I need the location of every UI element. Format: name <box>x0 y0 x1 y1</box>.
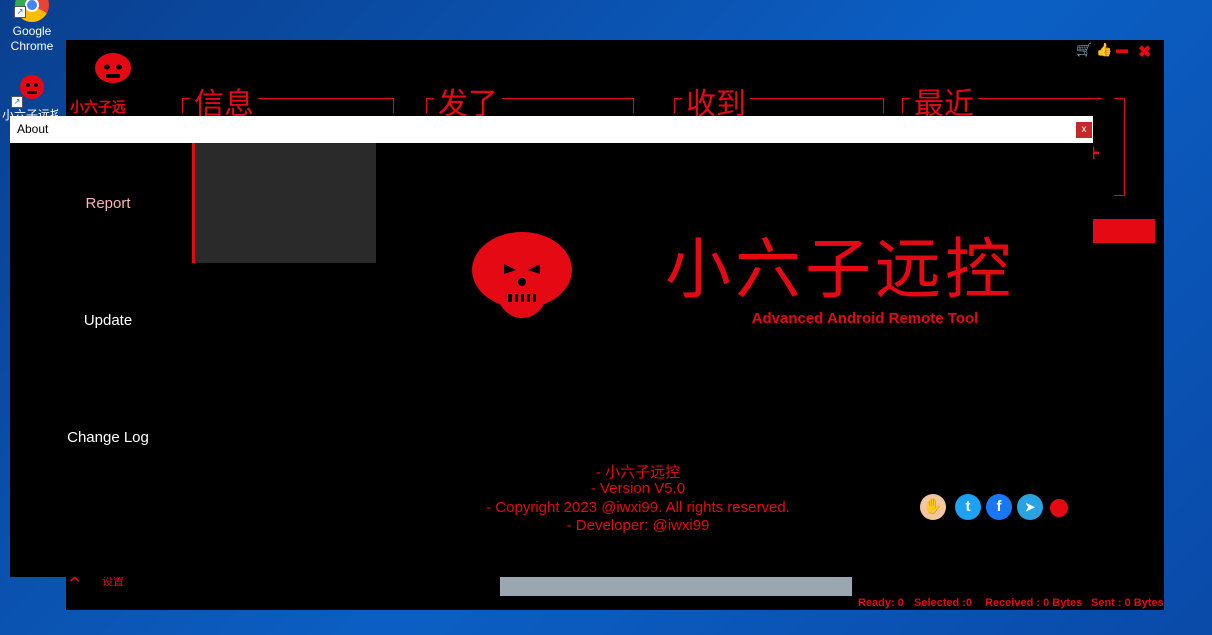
desktop-icon-chrome[interactable]: Google Chrome ↗ <box>2 0 62 54</box>
minimize-button[interactable]: ▬ <box>1116 42 1128 56</box>
status-received: Received : 0 Bytes <box>985 597 1083 609</box>
subtitle: Advanced Android Remote Tool <box>751 310 979 327</box>
info-line-name: - 小六子远控 <box>595 464 681 481</box>
clown-logo-icon <box>95 53 131 83</box>
twitter-icon[interactable]: t <box>955 494 981 520</box>
status-ready: Ready: 0 <box>858 597 904 609</box>
app-logo <box>94 52 132 91</box>
facebook-icon[interactable]: f <box>986 494 1012 520</box>
info-line-version: - Version V5.0 <box>590 480 686 497</box>
about-title: About <box>17 122 49 136</box>
cart-icon[interactable]: 🛒 <box>1076 42 1092 58</box>
shortcut-arrow-icon: ↗ <box>14 6 26 18</box>
menu-item-update[interactable]: Update <box>10 312 206 329</box>
clown-small-icon[interactable] <box>1050 499 1068 517</box>
like-icon[interactable]: 👍 <box>1096 42 1112 58</box>
clown-icon <box>472 232 572 318</box>
menu-item-report[interactable]: Report <box>10 195 206 212</box>
right-frame <box>1114 98 1125 196</box>
clown-logo <box>470 230 574 327</box>
menu-item-change-log[interactable]: Change Log <box>10 429 206 446</box>
telegram-icon[interactable]: ➤ <box>1017 494 1043 520</box>
info-line-copyright: - Copyright 2023 @iwxi99. All rights res… <box>486 499 790 516</box>
info-line-developer: - Developer: @iwxi99 <box>566 517 710 534</box>
red-action-bar[interactable] <box>1093 219 1155 243</box>
support-icon[interactable]: ✋ <box>920 494 946 520</box>
shortcut-arrow-icon: ↗ <box>11 96 23 108</box>
status-sent: Sent : 0 Bytes <box>1091 597 1164 609</box>
app-title: 小六子远 <box>70 100 126 116</box>
status-selected: Selected :0 <box>914 597 973 609</box>
about-dialog: About x Report Update Change Log 小六子远控 A… <box>10 116 1093 577</box>
desktop-icon-label: Google Chrome <box>10 24 54 53</box>
close-button[interactable]: ✖ <box>1138 42 1151 62</box>
big-title: 小六子远控 <box>665 231 1015 308</box>
progress-bar <box>500 577 852 596</box>
about-close-button[interactable]: x <box>1076 122 1092 138</box>
about-titlebar[interactable]: About x <box>10 116 1093 143</box>
selected-panel <box>195 143 376 263</box>
